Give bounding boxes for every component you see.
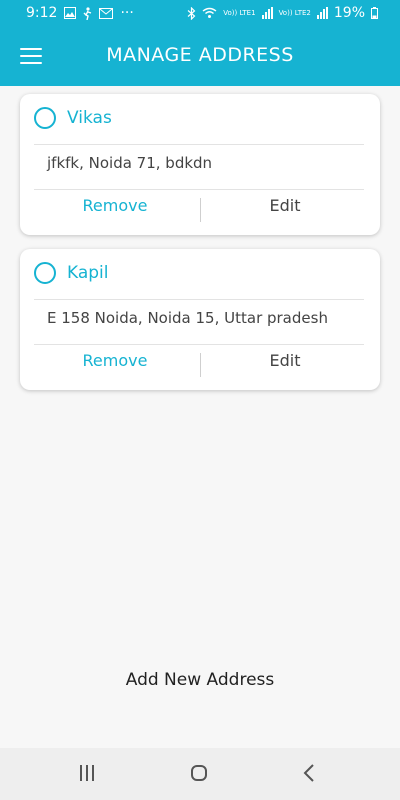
status-right: Vo)) LTE1 Vo)) LTE2 19%: [187, 5, 378, 21]
status-bar: 9:12 ··· Vo)) LTE1 Vo)) LTE2 19%: [0, 0, 400, 28]
add-new-address-button[interactable]: Add New Address: [0, 670, 400, 690]
battery-icon: [371, 7, 378, 19]
radio-icon[interactable]: [34, 262, 56, 284]
address-text: jfkfk, Noida 71, bdkdn: [47, 154, 213, 172]
remove-button[interactable]: Remove: [40, 190, 190, 234]
divider: [34, 299, 364, 300]
address-card: Vikas jfkfk, Noida 71, bdkdn Remove Edit: [20, 94, 380, 235]
action-separator: [200, 198, 201, 222]
bluetooth-icon: [187, 6, 196, 20]
divider: [34, 144, 364, 145]
address-card: Kapil E 158 Noida, Noida 15, Uttar prade…: [20, 249, 380, 390]
address-actions: Remove Edit: [20, 190, 380, 234]
system-nav-bar: [0, 748, 400, 800]
lte1-label: Vo)) LTE1: [223, 8, 256, 17]
remove-button[interactable]: Remove: [40, 345, 190, 389]
edit-button[interactable]: Edit: [210, 190, 360, 234]
top-bar: 9:12 ··· Vo)) LTE1 Vo)) LTE2 19% MANAGE …: [0, 0, 400, 86]
address-card-header: Vikas: [34, 107, 112, 129]
edit-button[interactable]: Edit: [210, 345, 360, 389]
radio-icon[interactable]: [34, 107, 56, 129]
action-separator: [200, 353, 201, 377]
gallery-icon: [64, 7, 77, 19]
address-name: Vikas: [67, 108, 112, 128]
wifi-icon: [202, 7, 217, 18]
address-name: Kapil: [67, 263, 109, 283]
home-icon[interactable]: [191, 765, 207, 781]
recents-icon[interactable]: [80, 765, 94, 781]
status-time: 9:12: [26, 5, 58, 21]
app-bar: MANAGE ADDRESS: [0, 28, 400, 86]
back-icon[interactable]: [303, 763, 315, 783]
mail-icon: [99, 7, 114, 19]
status-left: 9:12 ···: [26, 5, 134, 21]
runner-icon: [83, 6, 92, 20]
page-title: MANAGE ADDRESS: [106, 44, 294, 66]
signal-icon: [261, 7, 273, 19]
address-card-header: Kapil: [34, 262, 109, 284]
address-actions: Remove Edit: [20, 345, 380, 389]
signal-icon-2: [316, 7, 328, 19]
status-more: ···: [120, 5, 134, 21]
address-text: E 158 Noida, Noida 15, Uttar pradesh: [47, 309, 328, 327]
lte2-label: Vo)) LTE2: [278, 8, 311, 17]
battery-level: 19%: [333, 5, 365, 21]
